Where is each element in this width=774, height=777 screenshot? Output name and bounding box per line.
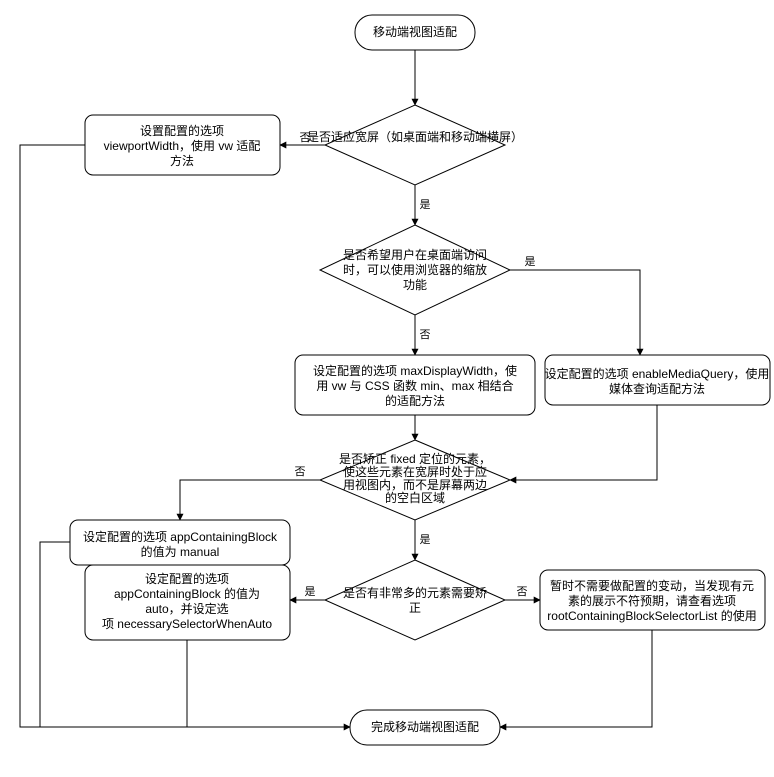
end-label: 完成移动端视图适配 [371, 719, 479, 734]
p1-l2: viewportWidth，使用 vw 适配 [104, 138, 261, 153]
d2-l3: 功能 [403, 278, 427, 292]
flowchart-diagram: 移动端视图适配 是否适应宽屏（如桌面端和移动端横屏） 否 设置配置的选项 vie… [0, 0, 774, 777]
edge-yes: 是 [420, 198, 431, 211]
d3-l4: 的空白区域 [385, 490, 445, 505]
p5-l3: auto，并设定选 [145, 601, 228, 616]
edge-yes: 是 [305, 585, 316, 598]
p3-l2: 媒体查询适配方法 [609, 381, 705, 396]
edge-no: 否 [295, 466, 306, 478]
edge [187, 640, 350, 727]
d4-l2: 正 [409, 601, 421, 615]
p1-l3: 方法 [170, 153, 194, 168]
p1-l1: 设置配置的选项 [140, 123, 224, 138]
p6-l1: 暂时不需要做配置的变动，当发现有元 [550, 578, 754, 593]
p4-l2: 的值为 manual [141, 544, 220, 559]
edge [500, 630, 652, 727]
d2-l2: 时，可以使用浏览器的缩放 [343, 262, 487, 277]
d3-l2: 使这些元素在宽屏时处于应 [343, 464, 487, 479]
p2-l1: 设定配置的选项 maxDisplayWidth，使 [313, 363, 517, 378]
p4-l1: 设定配置的选项 appContainingBlock [83, 529, 278, 544]
d1-l1: 是否适应宽屏（如桌面端和移动端横屏） [307, 129, 523, 144]
edge-no: 否 [420, 329, 431, 341]
start-label: 移动端视图适配 [373, 24, 457, 39]
edge [180, 480, 320, 520]
edge-no: 否 [300, 132, 311, 144]
d3-l3: 用视图内，而不是屏幕两边 [343, 477, 487, 492]
decision-widescreen [325, 105, 505, 185]
p5-l4: 项 necessarySelectorWhenAuto [102, 617, 272, 631]
edge-yes: 是 [525, 255, 536, 268]
d2-l1: 是否希望用户在桌面端访问 [343, 247, 487, 262]
p2-l3: 的适配方法 [385, 393, 445, 408]
edge-yes: 是 [420, 533, 431, 546]
p5-l1: 设定配置的选项 [145, 571, 229, 586]
edge-no: 否 [517, 586, 528, 598]
p3-l1: 设定配置的选项 enableMediaQuery，使用 [545, 366, 770, 381]
p2-l2: 用 vw 与 CSS 函数 min、max 相结合 [316, 378, 513, 393]
p5-l2: appContainingBlock 的值为 [114, 586, 260, 601]
edge [510, 270, 640, 355]
p6-l3: rootContainingBlockSelectorList 的使用 [547, 608, 756, 623]
d3-l1: 是否矫正 fixed 定位的元素， [339, 451, 491, 466]
edge [510, 405, 657, 480]
d4-l1: 是否有非常多的元素需要矫 [343, 585, 487, 600]
p6-l2: 素的展示不符预期，请查看选项 [568, 593, 736, 608]
